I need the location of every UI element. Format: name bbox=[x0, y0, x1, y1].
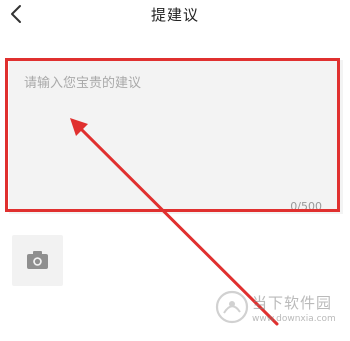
camera-icon bbox=[27, 251, 48, 269]
add-photo-button[interactable] bbox=[12, 235, 63, 286]
watermark-logo-icon bbox=[215, 290, 249, 324]
watermark-url: www.downxia.com bbox=[252, 314, 336, 324]
watermark-text: 当下软件园 bbox=[252, 294, 333, 312]
page-title: 提建议 bbox=[150, 6, 199, 24]
nav-bar: 提建议 bbox=[0, 0, 350, 30]
char-counter: 0/500 bbox=[290, 200, 322, 213]
suggestion-input[interactable] bbox=[24, 72, 324, 192]
suggestion-screen: 提建议 0/500 当下软件园 www.downxia.com bbox=[0, 0, 350, 341]
